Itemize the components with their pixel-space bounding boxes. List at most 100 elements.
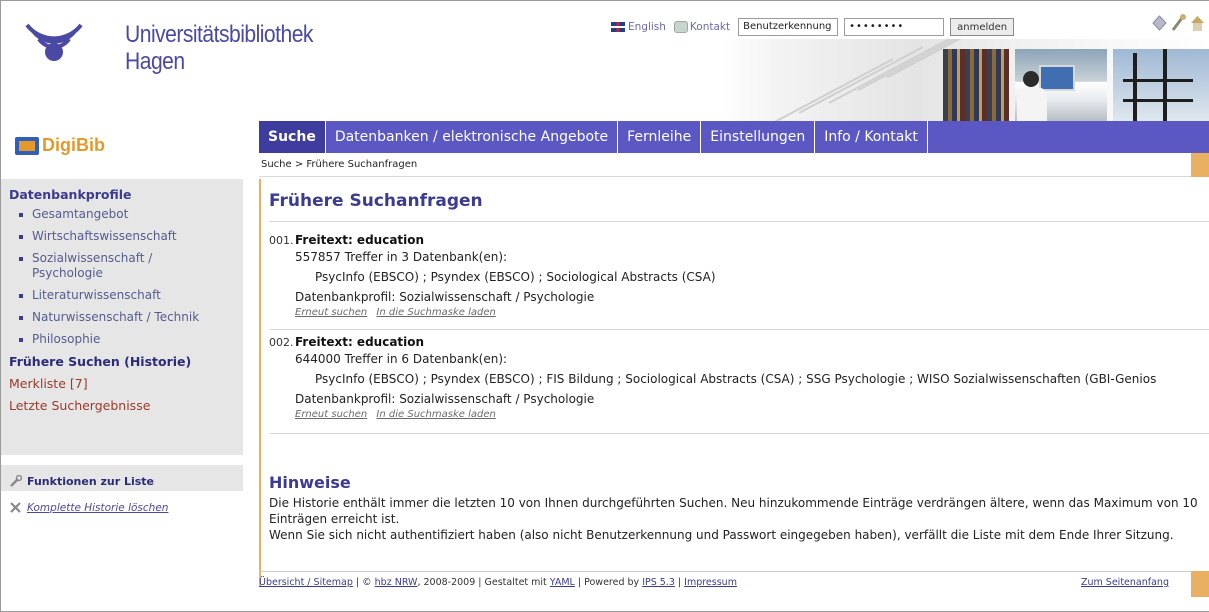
header-bookshelf-image [943,49,1009,121]
tab-info-kontakt[interactable]: Info / Kontakt [815,121,928,153]
entry-number: 002. [269,336,294,349]
sidebar-item-label: Literaturwissenschaft [32,288,161,302]
entry-hits: 644000 Treffer in 6 Datenbank(en): [295,352,508,366]
house-icon[interactable] [1189,13,1206,33]
sidebar-item-watchlist[interactable]: Merkliste [7] [9,376,243,391]
entry-databases: PsycInfo (EBSCO) ; Psyndex (EBSCO) ; Soc… [315,270,716,284]
header: Universitätsbibliothek Hagen English Kon… [1,1,1209,121]
digibib-monitor-icon [15,136,39,155]
footer: Übersicht / Sitemap | © hbz NRW , 2008-2… [259,577,1191,588]
footer-accent-strip [1191,571,1209,597]
username-field[interactable]: Benutzerkennung [738,18,839,36]
history-entry: 002. Freitext: education 644000 Treffer … [269,335,1209,420]
header-computer-user-image [1015,49,1107,121]
bullet-icon [19,257,23,261]
clear-history-link[interactable]: Komplette Historie löschen [9,501,168,514]
sidebar-item-last-results[interactable]: Letzte Suchergebnisse [9,398,243,413]
ips-link[interactable]: IPS 5.3 [642,577,675,588]
entry-actions: Erneut suchen In die Suchmaske laden [295,409,1209,420]
footer-sep: | © [352,577,375,588]
digibib-logo[interactable]: DigiBib [15,135,105,156]
tab-einstellungen[interactable]: Einstellungen [701,121,816,153]
bullet-icon [19,235,23,239]
contact-link[interactable]: Kontakt [673,21,731,33]
main-content: Frühere Suchanfragen 001. Freitext: educ… [259,179,1209,587]
page-title: Frühere Suchanfragen [269,191,483,211]
footer-divider [259,571,1209,572]
history-entry: 001. Freitext: education 557857 Treffer … [269,233,1209,318]
corner-icons [1151,13,1206,33]
university-name-line2: Hagen [125,48,185,75]
tools-icon[interactable] [1170,13,1187,33]
hints-line-2: Wenn Sie sich nicht authentifiziert habe… [269,528,1174,542]
sidebar-item-sozialwissenschaft[interactable]: Sozialwissenschaft / Psychologie [19,251,189,281]
clear-history-label: Komplette Historie löschen [27,501,169,514]
english-label: English [628,21,666,33]
university-logo [25,23,83,61]
sidebar-item-naturwissenschaft[interactable]: Naturwissenschaft / Technik [19,310,243,325]
password-field[interactable]: •••••••• [844,18,945,36]
entry-number: 001. [269,234,294,247]
entry-hits: 557857 Treffer in 3 Datenbank(en): [295,250,508,264]
wrench-icon [10,474,22,487]
sidebar-item-wirtschaft[interactable]: Wirtschaftswissenschaft [19,229,243,244]
entry-divider [269,329,1209,330]
sidebar-item-label: Philosophie [32,332,101,346]
hints-text: Die Historie enthält immer die letzten 1… [269,495,1209,543]
search-again-link[interactable]: Erneut suchen [295,307,367,318]
footer-years: , 2008-2009 | Gestaltet mit [417,577,550,588]
search-again-link[interactable]: Erneut suchen [295,409,367,420]
nav-accent-strip [1191,153,1209,177]
bullet-icon [19,213,23,217]
contact-label: Kontakt [689,21,731,33]
sidebar-item-label: Gesamtangebot [32,207,129,221]
sidebar-item-literatur[interactable]: Literaturwissenschaft [19,288,243,303]
load-into-mask-link[interactable]: In die Suchmaske laden [376,409,495,420]
bullet-icon [19,316,23,320]
entry-query: Freitext: education [295,335,425,349]
entry-query: Freitext: education [295,233,425,247]
title-divider [269,221,1209,222]
load-into-mask-link[interactable]: In die Suchmaske laden [376,307,495,318]
hints-line-1: Die Historie enthält immer die letzten 1… [269,496,1198,526]
sidebar-item-label: Sozialwissenschaft / Psychologie [32,251,153,280]
hints-title: Hinweise [269,473,351,492]
home-diamond-icon[interactable] [1151,13,1168,33]
tab-datenbanken[interactable]: Datenbanken / elektronische Angebote [326,121,619,153]
sidebar-profiles-heading[interactable]: Datenbankprofile [9,187,243,202]
entry-profile: Datenbankprofil: Sozialwissenschaft / Ps… [295,392,595,406]
sitemap-link[interactable]: Übersicht / Sitemap [259,577,353,588]
sidebar-item-label: Wirtschaftswissenschaft [32,229,177,243]
entry-actions: Erneut suchen In die Suchmaske laden [295,307,1209,318]
english-link[interactable]: English [611,21,666,33]
contact-icon [673,21,688,33]
bullet-icon [19,294,23,298]
entry-databases: PsycInfo (EBSCO) ; Psyndex (EBSCO) ; FIS… [315,372,1157,386]
hbz-link[interactable]: hbz NRW [375,577,418,588]
digibib-wordmark: DigiBib [42,135,105,155]
footer-powered: | Powered by [574,577,643,588]
sidebar-item-label: Naturwissenschaft / Technik [32,310,200,324]
delete-x-icon [10,502,21,513]
functions-title: Funktionen zur Liste [27,474,155,488]
sidebar: Datenbankprofile Gesamtangebot Wirtschaf… [1,179,243,455]
page-frame: Universitätsbibliothek Hagen English Kon… [0,0,1209,612]
impressum-link[interactable]: Impressum [684,577,737,588]
digibib-brand: DigiBib [1,121,253,169]
tab-suche[interactable]: Suche [259,121,326,153]
sidebar-item-philosophie[interactable]: Philosophie [19,332,243,347]
top-toolbar: English Kontakt Benutzerkennung ••••••••… [611,17,1015,37]
tab-fernleihe[interactable]: Fernleihe [618,121,702,153]
entry-divider [269,433,1209,434]
uk-flag-icon [611,22,625,32]
header-building-image [1113,49,1209,121]
sidebar-item-gesamtangebot[interactable]: Gesamtangebot [19,207,243,222]
yaml-link[interactable]: YAML [550,577,575,588]
functions-box: Funktionen zur Liste [1,465,243,491]
footer-sep2: | [674,577,685,588]
sidebar-item-history[interactable]: Frühere Suchen (Historie) [9,354,243,369]
bullet-icon [19,338,23,342]
login-button[interactable]: anmelden [950,18,1015,36]
to-top-link[interactable]: Zum Seitenanfang [1081,577,1169,588]
entry-profile: Datenbankprofil: Sozialwissenschaft / Ps… [295,290,595,304]
